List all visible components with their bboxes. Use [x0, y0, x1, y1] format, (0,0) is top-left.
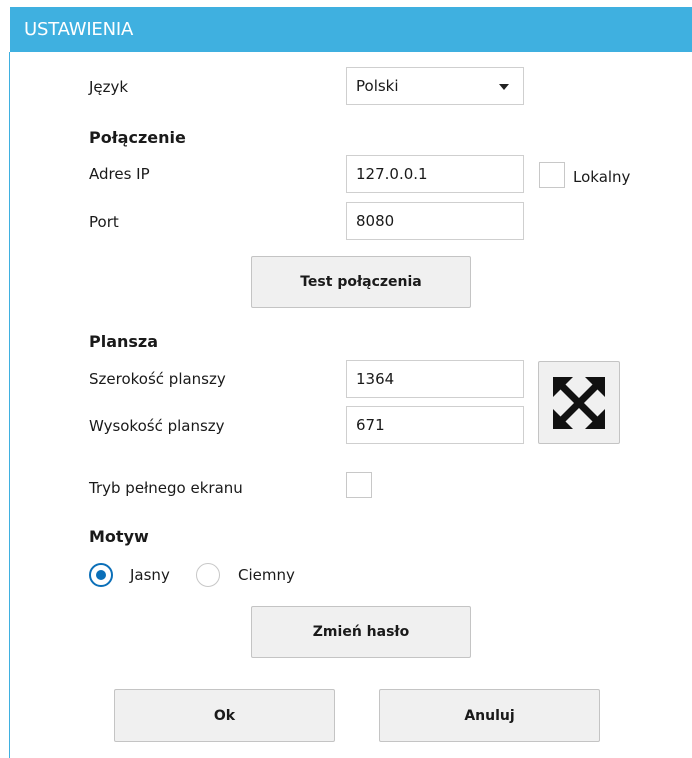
ip-address-input[interactable]: 127.0.0.1 [346, 155, 524, 193]
language-select-value: Polski [356, 77, 399, 95]
local-checkbox-label: Lokalny [573, 168, 631, 186]
change-password-button[interactable]: Zmień hasło [251, 606, 471, 658]
connection-heading: Połączenie [89, 128, 186, 147]
port-input[interactable]: 8080 [346, 202, 524, 240]
fullscreen-checkbox[interactable] [346, 472, 372, 498]
fullscreen-label: Tryb pełnego ekranu [89, 479, 243, 497]
radio-dark-theme[interactable] [196, 563, 220, 587]
maximize-board-button[interactable] [538, 361, 620, 444]
board-width-label: Szerokość planszy [89, 370, 226, 388]
radio-light-theme-label: Jasny [130, 566, 170, 584]
cancel-button[interactable]: Anuluj [379, 689, 600, 742]
board-width-input[interactable]: 1364 [346, 360, 524, 398]
ok-button[interactable]: Ok [114, 689, 335, 742]
radio-light-theme[interactable] [89, 563, 113, 587]
radio-dark-theme-label: Ciemny [238, 566, 295, 584]
board-height-label: Wysokość planszy [89, 417, 225, 435]
chevron-down-icon [499, 84, 509, 90]
board-heading: Plansza [89, 332, 159, 351]
expand-arrows-icon [553, 377, 605, 429]
theme-heading: Motyw [89, 527, 149, 546]
test-connection-button[interactable]: Test połączenia [251, 256, 471, 308]
window-title: USTAWIENIA [24, 19, 134, 40]
ip-address-label: Adres IP [89, 165, 150, 183]
port-label: Port [89, 213, 119, 231]
local-checkbox[interactable] [539, 162, 565, 188]
language-label: Język [89, 78, 129, 96]
board-height-input[interactable]: 671 [346, 406, 524, 444]
language-select[interactable]: Polski [346, 67, 524, 105]
title-bar: USTAWIENIA [10, 7, 692, 52]
window-border [9, 52, 10, 758]
